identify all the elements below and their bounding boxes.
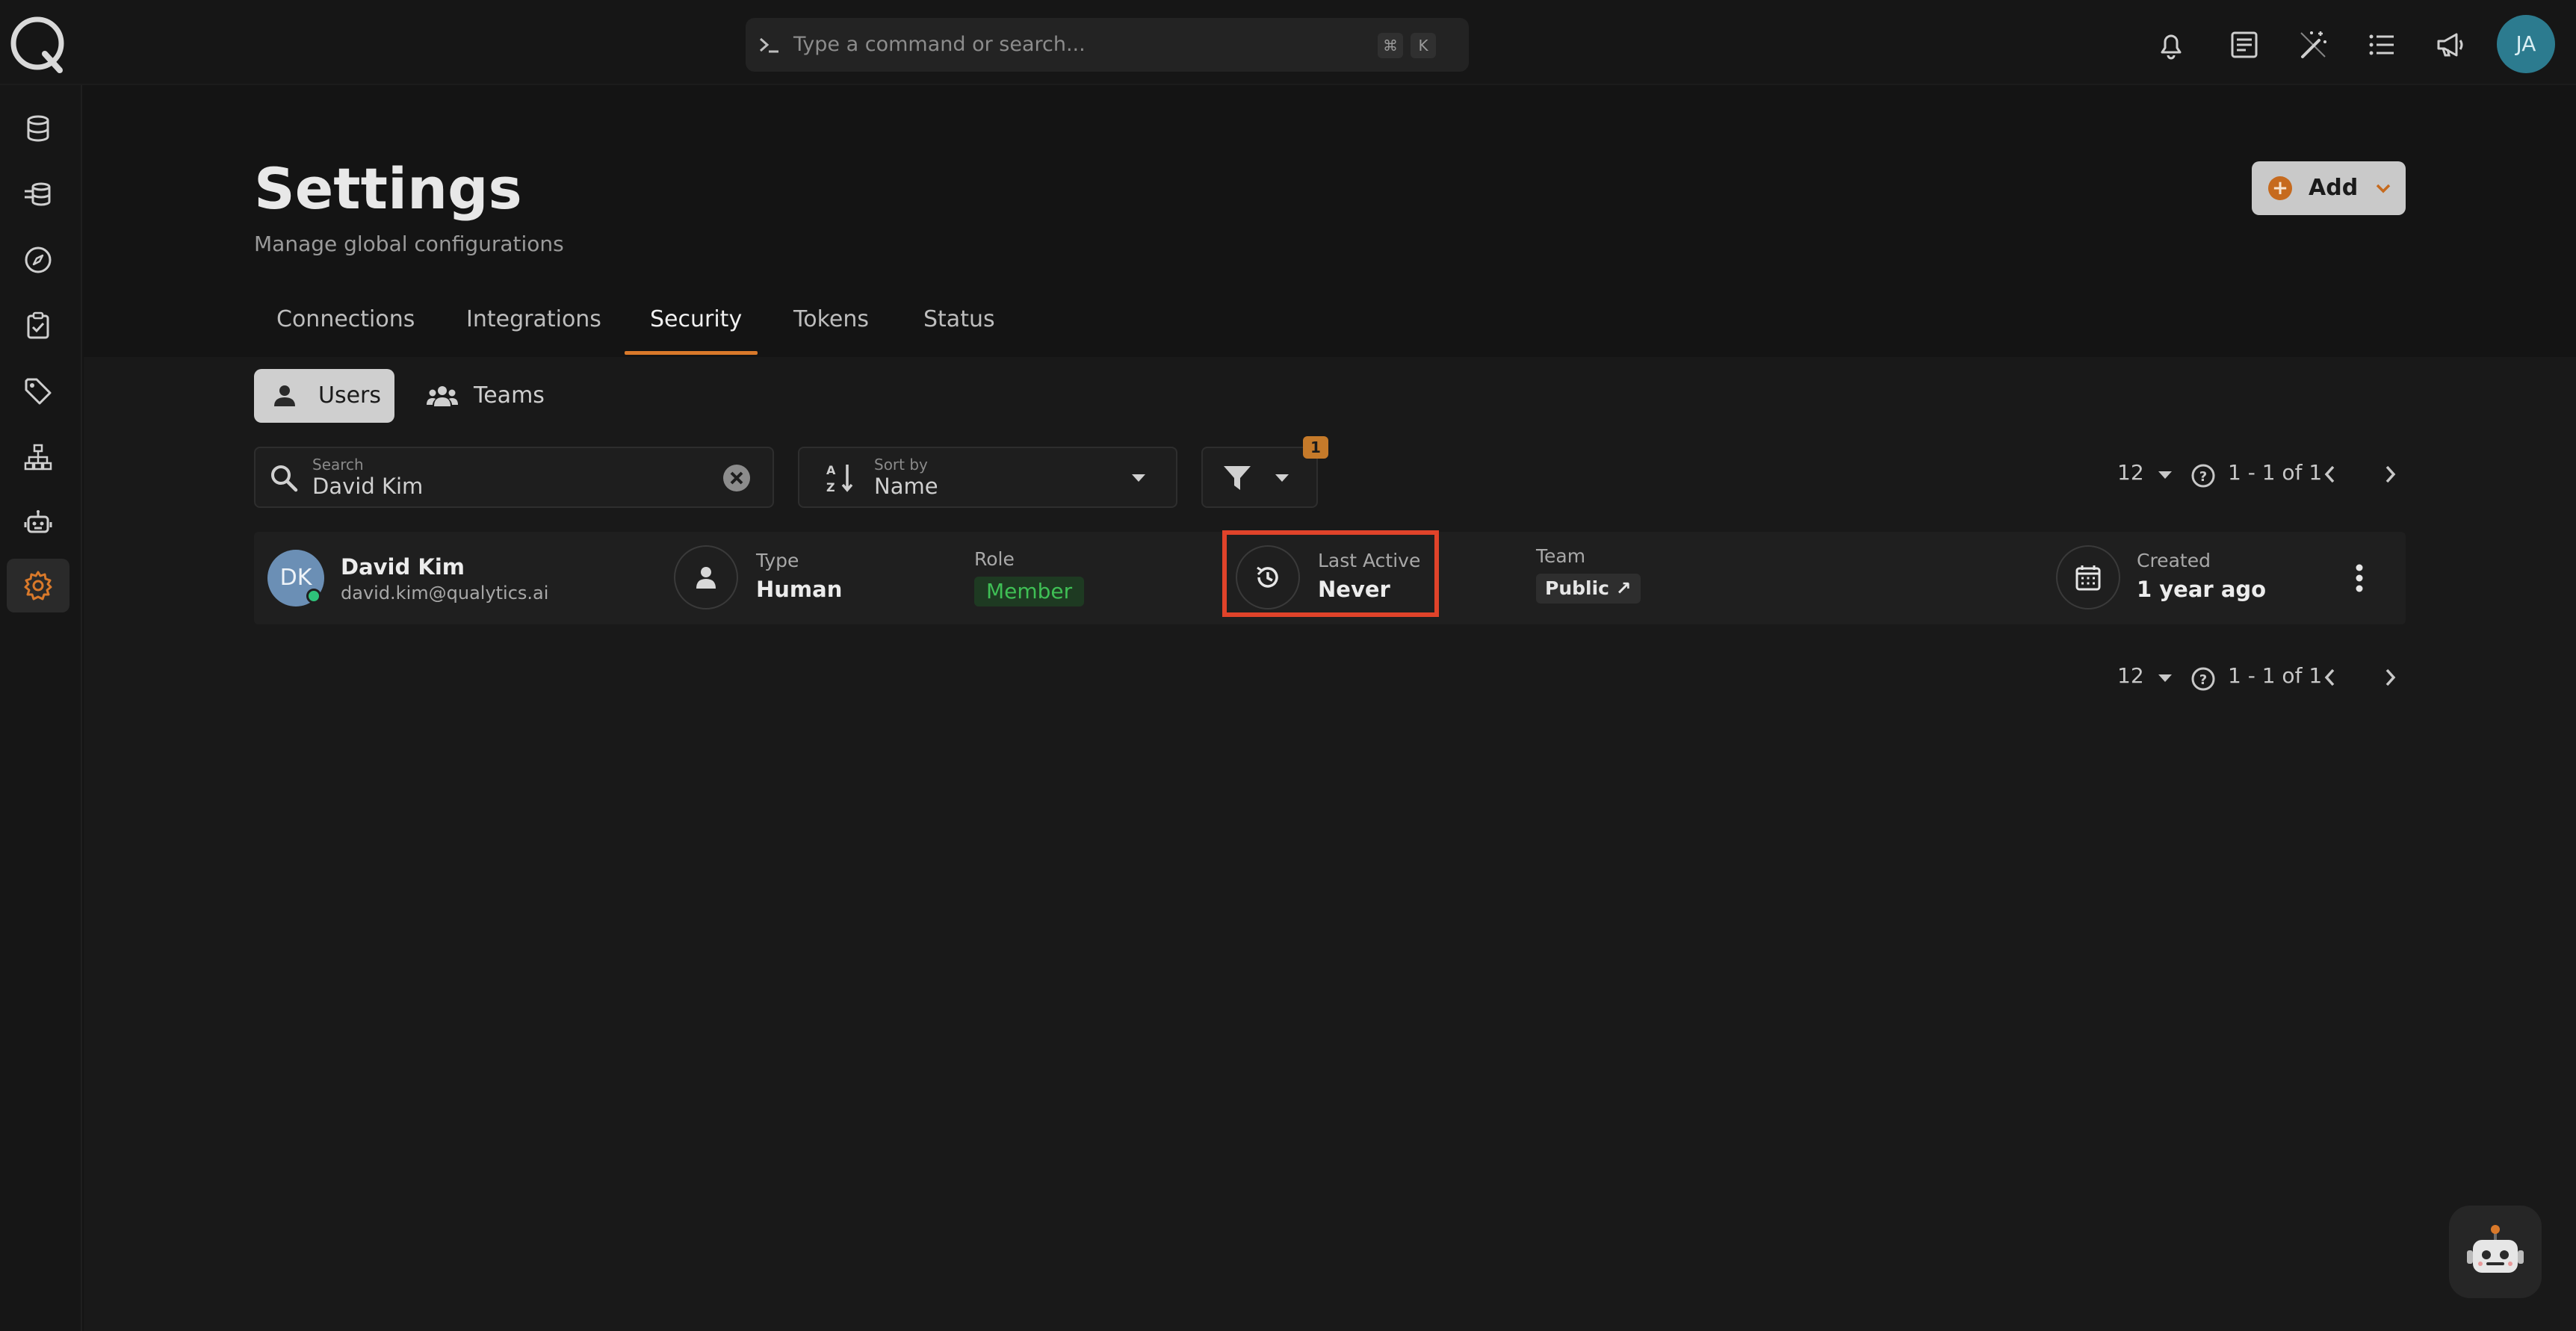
terminal-prompt-icon bbox=[758, 33, 781, 57]
caret-down-icon bbox=[1130, 472, 1148, 484]
user-name: David Kim bbox=[341, 554, 465, 580]
group-icon bbox=[426, 384, 459, 408]
sort-select[interactable]: A Z Sort by Name bbox=[798, 447, 1177, 508]
sidebar-item-settings[interactable] bbox=[7, 559, 69, 612]
chevron-left-icon[interactable] bbox=[2320, 462, 2340, 487]
calendar-icon bbox=[2056, 545, 2120, 609]
clear-search-icon[interactable] bbox=[722, 463, 752, 493]
team-link-badge[interactable]: Public ↗ bbox=[1536, 574, 1641, 604]
chevron-right-icon[interactable] bbox=[2380, 665, 2400, 690]
tab-status[interactable]: Status bbox=[923, 306, 995, 356]
tab-tokens[interactable]: Tokens bbox=[793, 306, 869, 356]
teams-toggle[interactable]: Teams bbox=[408, 369, 557, 423]
svg-text:A: A bbox=[826, 463, 836, 477]
add-button[interactable]: + Add bbox=[2252, 161, 2406, 215]
sidebar-item-enrichment[interactable] bbox=[7, 167, 69, 221]
svg-text:?: ? bbox=[2199, 469, 2207, 485]
chevron-left-icon[interactable] bbox=[2320, 665, 2340, 690]
help-circle-icon[interactable]: ? bbox=[2190, 666, 2216, 692]
list-icon[interactable] bbox=[2365, 28, 2398, 61]
role-label: Role bbox=[974, 548, 1015, 570]
pagination-top: 12 ? 1 - 1 of 1 bbox=[2117, 456, 2406, 493]
tab-connections[interactable]: Connections bbox=[276, 306, 415, 356]
online-status-dot bbox=[306, 589, 321, 604]
svg-text:Z: Z bbox=[826, 480, 835, 494]
sidebar-item-hierarchy[interactable] bbox=[7, 430, 69, 484]
sidebar-item-checks[interactable] bbox=[7, 299, 69, 353]
chevron-down-icon bbox=[2374, 181, 2392, 196]
clipboard-check-icon bbox=[23, 311, 53, 341]
table-row[interactable]: DK David Kim david.kim@qualytics.ai Type… bbox=[254, 530, 2406, 624]
gear-icon bbox=[22, 570, 54, 601]
bell-icon[interactable] bbox=[2155, 28, 2188, 61]
svg-text:?: ? bbox=[2199, 672, 2207, 688]
sitemap-icon bbox=[23, 442, 53, 472]
page-title: Settings bbox=[254, 155, 522, 222]
help-circle-icon[interactable]: ? bbox=[2190, 463, 2216, 488]
shortcut-cmd-key: ⌘ bbox=[1378, 33, 1403, 58]
sidebar-item-tags[interactable] bbox=[7, 364, 69, 418]
magic-wand-icon[interactable] bbox=[2297, 28, 2329, 61]
role-badge: Member bbox=[974, 577, 1085, 606]
tag-icon bbox=[23, 376, 53, 406]
sort-value: Name bbox=[874, 474, 938, 499]
type-value: Human bbox=[756, 577, 843, 602]
tab-security[interactable]: Security bbox=[650, 306, 742, 356]
robot-icon bbox=[23, 508, 53, 538]
users-toggle[interactable]: Users bbox=[254, 369, 394, 423]
sidebar-item-agents[interactable] bbox=[7, 496, 69, 550]
robot-icon bbox=[2461, 1217, 2530, 1286]
caret-down-icon bbox=[1273, 472, 1291, 484]
user-avatar[interactable]: JA bbox=[2497, 15, 2555, 73]
search-label: Search bbox=[312, 456, 364, 474]
sort-label: Sort by bbox=[874, 456, 928, 474]
caret-down-icon[interactable] bbox=[2156, 469, 2174, 481]
document-icon[interactable] bbox=[2228, 28, 2261, 61]
page-size-select[interactable]: 12 bbox=[2117, 663, 2144, 688]
command-search-placeholder: Type a command or search... bbox=[793, 33, 1086, 56]
page-subtitle: Manage global configurations bbox=[254, 232, 564, 256]
type-label: Type bbox=[756, 550, 799, 571]
search-value: David Kim bbox=[312, 474, 424, 499]
tab-integrations[interactable]: Integrations bbox=[466, 306, 601, 356]
chevron-right-icon[interactable] bbox=[2380, 462, 2400, 487]
filter-count-badge: 1 bbox=[1303, 436, 1328, 459]
sidebar bbox=[0, 85, 82, 1331]
shortcut-k-key: K bbox=[1411, 33, 1436, 58]
page-range: 1 - 1 of 1 bbox=[2228, 663, 2323, 688]
megaphone-icon[interactable] bbox=[2434, 28, 2467, 61]
database-icon bbox=[23, 114, 53, 143]
highlight-box bbox=[1222, 530, 1439, 617]
search-input[interactable]: Search David Kim bbox=[254, 447, 774, 508]
pagination-bottom: 12 ? 1 - 1 of 1 bbox=[2117, 659, 2406, 696]
users-toggle-label: Users bbox=[318, 382, 382, 409]
created-value: 1 year ago bbox=[2137, 577, 2267, 602]
active-tab-indicator bbox=[625, 351, 758, 355]
command-search-bar[interactable]: Type a command or search... ⌘ K bbox=[746, 18, 1469, 72]
page-range: 1 - 1 of 1 bbox=[2228, 460, 2323, 485]
person-icon bbox=[272, 384, 297, 408]
top-bar: Type a command or search... ⌘ K JA bbox=[0, 0, 2576, 85]
team-label: Team bbox=[1536, 545, 1586, 567]
page-size-select[interactable]: 12 bbox=[2117, 460, 2144, 485]
created-label: Created bbox=[2137, 550, 2211, 571]
app-logo[interactable] bbox=[6, 12, 69, 75]
sidebar-item-datastores[interactable] bbox=[7, 102, 69, 155]
plus-circle-icon: + bbox=[2268, 176, 2292, 200]
database-flow-icon bbox=[23, 179, 53, 209]
compass-icon bbox=[23, 245, 53, 275]
caret-down-icon[interactable] bbox=[2156, 672, 2174, 684]
add-button-label: Add bbox=[2309, 175, 2359, 201]
filter-button[interactable] bbox=[1201, 447, 1318, 508]
filter-icon bbox=[1222, 463, 1252, 493]
sidebar-item-explore[interactable] bbox=[7, 233, 69, 287]
more-options-icon[interactable] bbox=[2353, 562, 2365, 595]
sort-alpha-icon: A Z bbox=[825, 462, 858, 494]
search-icon bbox=[269, 463, 299, 493]
user-email: david.kim@qualytics.ai bbox=[341, 583, 549, 604]
person-icon bbox=[674, 545, 738, 609]
assistant-bot-button[interactable] bbox=[2449, 1206, 2542, 1298]
teams-toggle-label: Teams bbox=[474, 382, 545, 409]
